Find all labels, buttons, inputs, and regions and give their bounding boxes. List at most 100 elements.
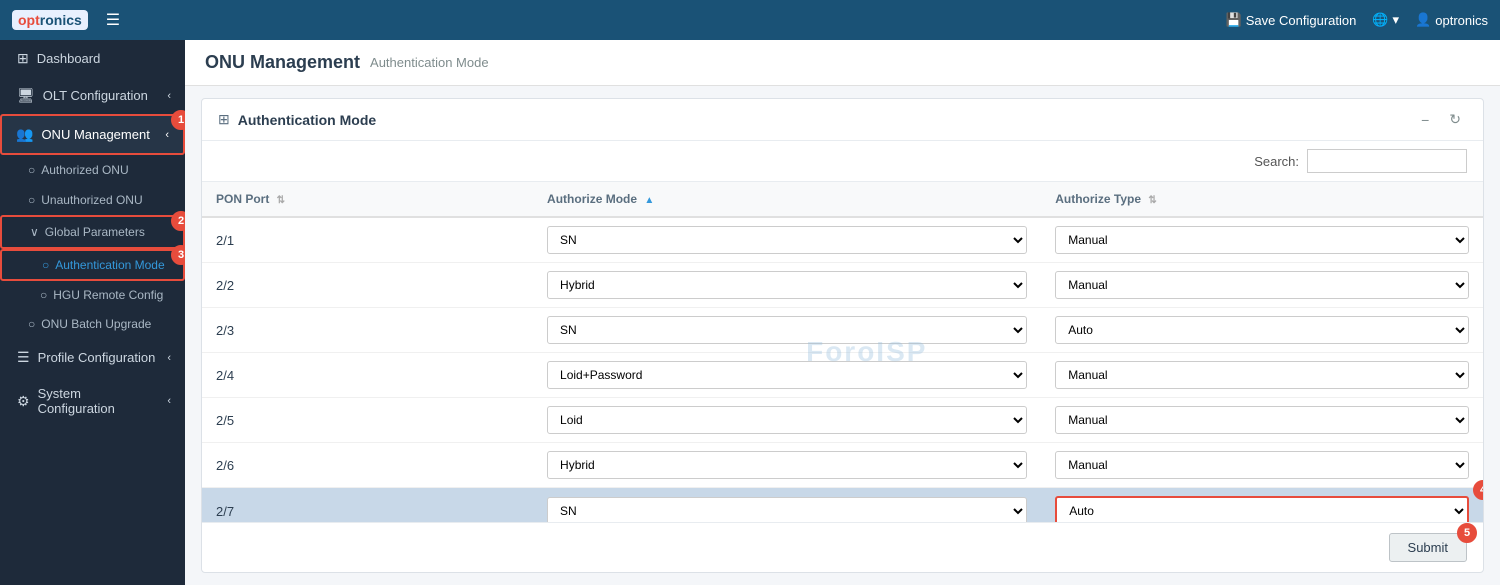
authorize-mode-select[interactable]: SNHybridLoid+PasswordLoidSN+Password	[547, 497, 1027, 522]
authorize-mode-select[interactable]: SNHybridLoid+PasswordLoidSN+Password	[547, 406, 1027, 434]
brand: optronics ☰	[12, 10, 120, 30]
sidebar-item-label: HGU Remote Config	[53, 288, 163, 302]
language-selector[interactable]: 🌐 ▾	[1372, 12, 1399, 28]
authorize-type-cell: ManualAuto	[1041, 308, 1483, 353]
authorize-mode-cell: SNHybridLoid+PasswordLoidSN+Password	[533, 488, 1041, 523]
chevron-icon: ‹	[165, 129, 169, 141]
sidebar-item-label: Profile Configuration	[38, 350, 160, 365]
sidebar-item-onu-batch-upgrade[interactable]: ○ ONU Batch Upgrade	[0, 309, 185, 339]
chevron-icon: ‹	[167, 395, 171, 407]
table-row: 2/5 SNHybridLoid+PasswordLoidSN+Password M…	[202, 398, 1483, 443]
main-layout: ⊞ Dashboard 🖥 OLT Configuration ‹ 👥 ONU …	[0, 40, 1500, 585]
circle-icon: ○	[42, 258, 49, 272]
lang-chevron: ▾	[1393, 12, 1400, 28]
sidebar-item-dashboard[interactable]: ⊞ Dashboard	[0, 40, 185, 77]
table-row: 2/7SNHybridLoid+PasswordLoidSN+Password4…	[202, 488, 1483, 523]
authorize-mode-select[interactable]: SNHybridLoid+PasswordLoidSN+Password	[547, 316, 1027, 344]
authorize-type-cell: ManualAuto	[1041, 353, 1483, 398]
authorize-type-select[interactable]: ManualAuto	[1055, 451, 1469, 479]
sidebar-item-label: ONU Management	[41, 127, 157, 142]
authorize-mode-cell: SNHybridLoid+PasswordLoidSN+Password	[533, 263, 1041, 308]
circle-icon: ○	[28, 317, 35, 331]
sort-icon: ⇅	[277, 195, 285, 206]
table-wrapper: ForoISP PON Port ⇅ Authorize Mode ▲ Auth…	[202, 182, 1483, 522]
refresh-button[interactable]: ↻	[1443, 109, 1467, 130]
user-label: optronics	[1435, 13, 1488, 28]
card-actions: − ↻	[1415, 109, 1467, 130]
hamburger-icon[interactable]: ☰	[106, 10, 120, 30]
sidebar-item-label: Unauthorized ONU	[41, 193, 142, 207]
authorize-mode-select[interactable]: SNHybridLoid+PasswordLoidSN+Password	[547, 226, 1027, 254]
authorize-type-select[interactable]: ManualAuto	[1055, 271, 1469, 299]
profile-icon: ☰	[17, 349, 30, 366]
pon-port-cell: 2/3	[202, 308, 533, 353]
page-header: ONU Management Authentication Mode	[185, 40, 1500, 86]
sidebar: ⊞ Dashboard 🖥 OLT Configuration ‹ 👥 ONU …	[0, 40, 185, 585]
user-menu[interactable]: 👤 optronics	[1415, 12, 1488, 28]
authorize-type-select[interactable]: ManualAuto	[1055, 496, 1469, 522]
content-area: ONU Management Authentication Mode ⊞ Aut…	[185, 40, 1500, 585]
pon-port-cell: 2/4	[202, 353, 533, 398]
sidebar-item-onu-management[interactable]: 👥 ONU Management ‹ 1	[0, 114, 185, 155]
pon-port-cell: 2/6	[202, 443, 533, 488]
chevron-icon: ‹	[167, 90, 171, 102]
authorize-type-cell: ManualAuto	[1041, 217, 1483, 263]
sidebar-item-label: Authorized ONU	[41, 163, 128, 177]
table-header: PON Port ⇅ Authorize Mode ▲ Authorize Ty…	[202, 182, 1483, 217]
authorize-type-select[interactable]: ManualAuto	[1055, 361, 1469, 389]
card-title: Authentication Mode	[238, 112, 1407, 128]
dashboard-icon: ⊞	[17, 50, 29, 67]
search-input[interactable]	[1307, 149, 1467, 173]
search-bar: Search:	[202, 141, 1483, 182]
sort-icon-active: ▲	[644, 195, 654, 206]
sidebar-item-authorized-onu[interactable]: ○ Authorized ONU	[0, 155, 185, 185]
sidebar-item-label: OLT Configuration	[43, 88, 160, 103]
logo: optronics	[12, 10, 88, 30]
sidebar-item-label: System Configuration	[38, 386, 160, 416]
sidebar-item-global-parameters[interactable]: ∨ Global Parameters 2	[0, 215, 185, 249]
sidebar-item-unauthorized-onu[interactable]: ○ Unauthorized ONU	[0, 185, 185, 215]
authorize-mode-select[interactable]: SNHybridLoid+PasswordLoidSN+Password	[547, 361, 1027, 389]
save-config-button[interactable]: 💾 Save Configuration	[1226, 12, 1357, 28]
sidebar-item-hgu-remote-config[interactable]: ○ HGU Remote Config	[0, 281, 185, 309]
sidebar-item-system-configuration[interactable]: ⚙ System Configuration ‹	[0, 376, 185, 426]
table-body: 2/1SNHybridLoid+PasswordLoidSN+PasswordM…	[202, 217, 1483, 522]
sidebar-item-olt-configuration[interactable]: 🖥 OLT Configuration ‹	[0, 77, 185, 114]
navbar-right: 💾 Save Configuration 🌐 ▾ 👤 optronics	[1226, 12, 1488, 28]
card-footer: Submit 5	[202, 522, 1483, 572]
pon-port-cell: 2/7	[202, 488, 533, 523]
globe-icon: 🌐	[1372, 12, 1388, 28]
sidebar-item-authentication-mode[interactable]: ○ Authentication Mode 3	[0, 249, 185, 281]
circle-icon: ○	[28, 163, 35, 177]
minimize-button[interactable]: −	[1415, 110, 1435, 130]
sidebar-item-label: Dashboard	[37, 51, 171, 66]
table-row: 2/6 SNHybridLoid+PasswordLoidSN+Password M…	[202, 443, 1483, 488]
step-badge-1: 1	[171, 110, 185, 130]
pon-port-cell: 2/5	[202, 398, 533, 443]
col-authorize-type: Authorize Type ⇅	[1041, 182, 1483, 217]
sort-icon: ⇅	[1148, 195, 1156, 206]
system-icon: ⚙	[17, 393, 30, 410]
col-authorize-mode: Authorize Mode ▲	[533, 182, 1041, 217]
authorize-type-select[interactable]: ManualAuto	[1055, 406, 1469, 434]
authorize-type-cell: ManualAuto	[1041, 263, 1483, 308]
authorize-type-select[interactable]: ManualAuto	[1055, 226, 1469, 254]
data-table: PON Port ⇅ Authorize Mode ▲ Authorize Ty…	[202, 182, 1483, 522]
sidebar-item-label: Authentication Mode	[55, 258, 164, 272]
user-icon: 👤	[1415, 12, 1431, 28]
authorize-mode-select[interactable]: SNHybridLoid+PasswordLoidSN+Password	[547, 271, 1027, 299]
sidebar-item-profile-configuration[interactable]: ☰ Profile Configuration ‹	[0, 339, 185, 376]
search-label: Search:	[1254, 154, 1299, 169]
authorize-mode-select[interactable]: SNHybridLoid+PasswordLoidSN+Password	[547, 451, 1027, 479]
authorize-mode-cell: SNHybridLoid+PasswordLoidSN+Password	[533, 443, 1041, 488]
submit-button[interactable]: Submit	[1389, 533, 1467, 562]
save-icon: 💾	[1226, 12, 1242, 28]
step-badge-2: 2	[171, 211, 185, 231]
table-row: 2/1SNHybridLoid+PasswordLoidSN+PasswordM…	[202, 217, 1483, 263]
authorize-type-select[interactable]: ManualAuto	[1055, 316, 1469, 344]
expand-icon: ∨	[30, 225, 39, 239]
sidebar-item-label: ONU Batch Upgrade	[41, 317, 151, 331]
authorize-mode-cell: SNHybridLoid+PasswordLoidSN+Password	[533, 353, 1041, 398]
save-config-label: Save Configuration	[1246, 13, 1357, 28]
main-card: ⊞ Authentication Mode − ↻ Search: ForoIS…	[201, 98, 1484, 573]
